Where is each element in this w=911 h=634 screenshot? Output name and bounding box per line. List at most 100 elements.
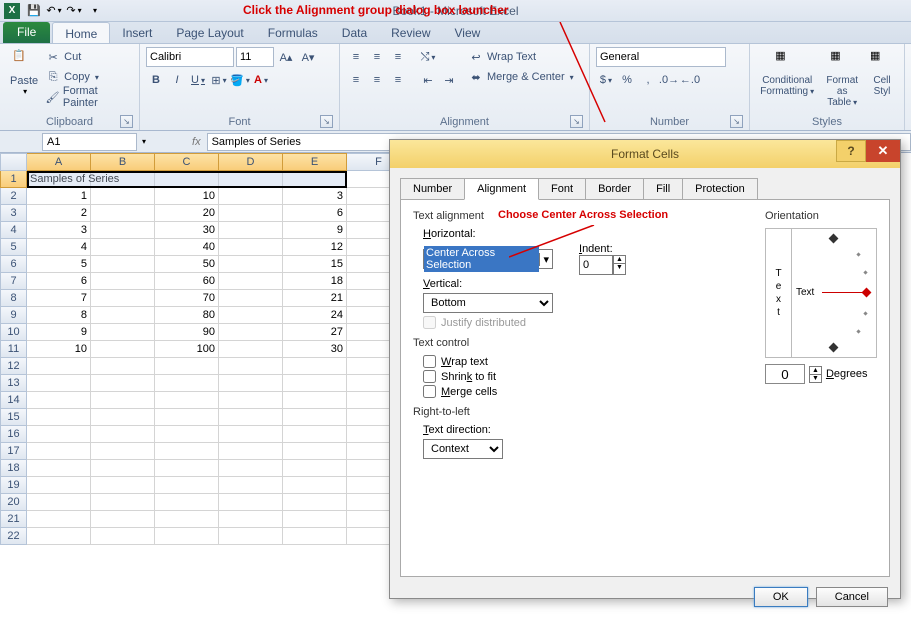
- bold-button[interactable]: B: [146, 70, 166, 90]
- shrink-to-fit-checkbox[interactable]: [423, 370, 436, 383]
- cell[interactable]: [91, 409, 155, 426]
- vertical-select[interactable]: Bottom: [423, 293, 553, 313]
- percent-button[interactable]: %: [617, 70, 637, 90]
- cell[interactable]: [27, 358, 91, 375]
- dlg-tab-fill[interactable]: Fill: [643, 178, 683, 200]
- cell[interactable]: 6: [283, 205, 347, 222]
- select-all-corner[interactable]: [0, 153, 27, 171]
- cell[interactable]: [155, 171, 219, 188]
- merge-cells-checkbox[interactable]: [423, 385, 436, 398]
- qat-redo-button[interactable]: ↷▾: [65, 2, 83, 20]
- align-middle-button[interactable]: ≡: [367, 47, 387, 67]
- copy-button[interactable]: ⎘Copy▾: [42, 67, 133, 87]
- cell[interactable]: [219, 358, 283, 375]
- cell[interactable]: [283, 443, 347, 460]
- cell[interactable]: [219, 409, 283, 426]
- merge-center-button[interactable]: ⬌Merge & Center▾: [465, 67, 577, 87]
- cell[interactable]: [91, 290, 155, 307]
- align-bottom-button[interactable]: ≡: [388, 47, 408, 67]
- cell[interactable]: [283, 409, 347, 426]
- increase-indent-button[interactable]: ⇥: [439, 70, 459, 90]
- align-right-button[interactable]: ≡: [388, 70, 408, 90]
- cell[interactable]: [91, 256, 155, 273]
- qat-undo-button[interactable]: ↶▾: [45, 2, 63, 20]
- accounting-button[interactable]: $▾: [596, 70, 616, 90]
- cell[interactable]: [27, 511, 91, 528]
- qat-customize-button[interactable]: ▾: [85, 2, 103, 20]
- cell[interactable]: [219, 341, 283, 358]
- row-header[interactable]: 8: [0, 290, 27, 307]
- cell[interactable]: [219, 392, 283, 409]
- cell[interactable]: [27, 528, 91, 545]
- cell[interactable]: 7: [27, 290, 91, 307]
- row-header[interactable]: 5: [0, 239, 27, 256]
- cell[interactable]: [91, 188, 155, 205]
- row-header[interactable]: 1: [0, 171, 27, 188]
- cell[interactable]: [219, 494, 283, 511]
- cell[interactable]: 9: [27, 324, 91, 341]
- col-header-A[interactable]: A: [27, 153, 91, 171]
- cut-button[interactable]: ✂Cut: [42, 47, 133, 67]
- font-size-select[interactable]: [236, 47, 274, 67]
- cell[interactable]: [91, 273, 155, 290]
- cell[interactable]: 10: [27, 341, 91, 358]
- cell[interactable]: [219, 528, 283, 545]
- cell[interactable]: 90: [155, 324, 219, 341]
- tab-data[interactable]: Data: [330, 22, 379, 43]
- row-header[interactable]: 16: [0, 426, 27, 443]
- tab-insert[interactable]: Insert: [110, 22, 164, 43]
- cell[interactable]: [27, 477, 91, 494]
- row-header[interactable]: 11: [0, 341, 27, 358]
- cell[interactable]: [91, 222, 155, 239]
- border-button[interactable]: ⊞▾: [209, 70, 229, 90]
- cell[interactable]: [283, 494, 347, 511]
- clipboard-launcher[interactable]: [120, 115, 133, 128]
- cell[interactable]: 40: [155, 239, 219, 256]
- underline-button[interactable]: U▾: [188, 70, 208, 90]
- cell[interactable]: [155, 443, 219, 460]
- indent-spin-down[interactable]: ▼: [614, 263, 625, 271]
- cell[interactable]: [219, 188, 283, 205]
- cell[interactable]: 2: [27, 205, 91, 222]
- row-header[interactable]: 3: [0, 205, 27, 222]
- cell[interactable]: [91, 358, 155, 375]
- tab-formulas[interactable]: Formulas: [256, 22, 330, 43]
- dlg-tab-number[interactable]: Number: [400, 178, 465, 200]
- row-header[interactable]: 13: [0, 375, 27, 392]
- cell[interactable]: [283, 426, 347, 443]
- cell[interactable]: [91, 477, 155, 494]
- align-center-button[interactable]: ≡: [367, 70, 387, 90]
- cell[interactable]: 100: [155, 341, 219, 358]
- degrees-spin-down[interactable]: ▼: [810, 374, 821, 382]
- row-header[interactable]: 20: [0, 494, 27, 511]
- cell[interactable]: [219, 222, 283, 239]
- cell[interactable]: [219, 273, 283, 290]
- cell[interactable]: [155, 426, 219, 443]
- indent-spin-up[interactable]: ▲: [614, 256, 625, 263]
- decrease-decimal-button[interactable]: ←.0: [680, 70, 700, 90]
- row-header[interactable]: 12: [0, 358, 27, 375]
- cell[interactable]: [155, 494, 219, 511]
- row-header[interactable]: 18: [0, 460, 27, 477]
- cell[interactable]: [219, 324, 283, 341]
- cell[interactable]: [27, 460, 91, 477]
- cell[interactable]: [219, 477, 283, 494]
- cell[interactable]: [155, 460, 219, 477]
- cell[interactable]: 30: [283, 341, 347, 358]
- cell[interactable]: 70: [155, 290, 219, 307]
- row-header[interactable]: 15: [0, 409, 27, 426]
- cell[interactable]: [219, 290, 283, 307]
- cell[interactable]: [155, 392, 219, 409]
- font-launcher[interactable]: [320, 115, 333, 128]
- cell[interactable]: [283, 511, 347, 528]
- cell[interactable]: [91, 494, 155, 511]
- cell[interactable]: [283, 460, 347, 477]
- row-header[interactable]: 17: [0, 443, 27, 460]
- cell[interactable]: 12: [283, 239, 347, 256]
- font-name-select[interactable]: [146, 47, 234, 67]
- cell[interactable]: 1: [27, 188, 91, 205]
- orientation-dial[interactable]: Text: [792, 229, 876, 357]
- format-painter-button[interactable]: 🖌Format Painter: [42, 87, 133, 107]
- cell[interactable]: 8: [27, 307, 91, 324]
- cell[interactable]: [219, 443, 283, 460]
